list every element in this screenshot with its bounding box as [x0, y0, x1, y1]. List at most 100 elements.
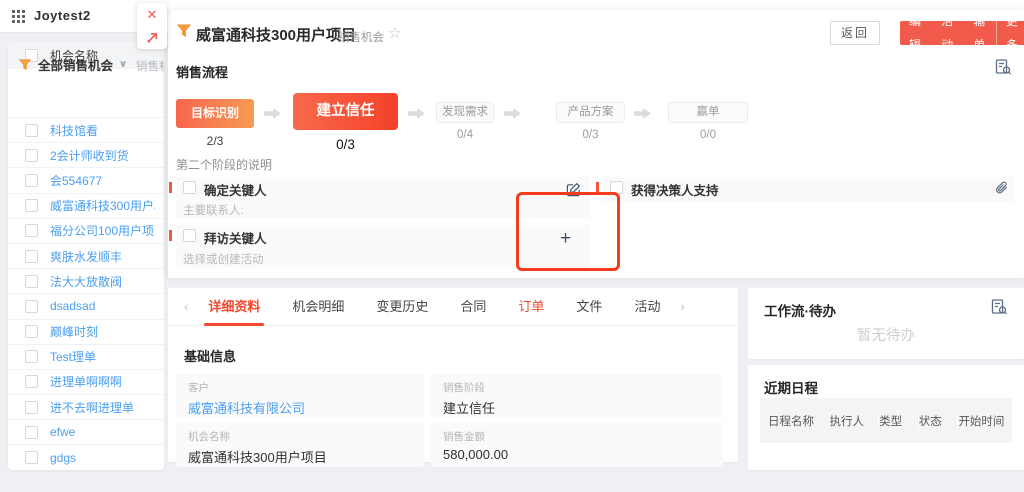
opportunity-link[interactable]: 2会计师收到货: [50, 147, 129, 164]
opportunity-link[interactable]: 福分公司100用户项目: [50, 222, 155, 239]
row-checkbox[interactable]: [25, 174, 38, 187]
app-launcher-icon[interactable]: [12, 10, 25, 23]
stage-button-win[interactable]: 赢单: [668, 102, 748, 123]
row-checkbox[interactable]: [25, 124, 38, 137]
field-opportunity-name: 机会名称 威富通科技300用户项目: [176, 423, 424, 467]
chevron-left-icon[interactable]: ‹: [180, 299, 192, 314]
opportunity-link[interactable]: 进理单啊啊啊: [50, 373, 122, 390]
list-filter[interactable]: 全部销售机会 ∨: [18, 55, 127, 74]
filter-label: 全部销售机会: [38, 55, 113, 74]
field-label: 机会名称: [188, 429, 412, 444]
tab-opportunity-lines[interactable]: 机会明细: [292, 288, 344, 326]
required-marker: [169, 230, 172, 241]
tab-files[interactable]: 文件: [576, 288, 602, 326]
list-item[interactable]: 威富通科技300用户项: [8, 193, 164, 218]
flow-arrow-icon: [264, 107, 282, 120]
column-schedule-name: 日程名称: [768, 413, 830, 429]
clipped-text: 销售机: [136, 58, 164, 74]
opportunity-link[interactable]: 法大大放散阀: [50, 273, 122, 290]
app-title: Joytest2: [34, 8, 91, 23]
row-checkbox[interactable]: [25, 300, 38, 313]
list-item[interactable]: gdgs: [8, 444, 164, 469]
log-search-icon[interactable]: [990, 298, 1008, 316]
task-checkbox[interactable]: [183, 229, 196, 242]
tab-detail-info[interactable]: 详细资料: [208, 288, 260, 326]
opportunity-list-sidebar: 全部销售机会 ∨ 销售机 机会名称 科技馆看 2会计师收到货 会554677 威…: [8, 42, 164, 470]
row-checkbox[interactable]: [25, 426, 38, 439]
recent-schedule-card: 近期日程 日程名称 执行人 类型 状态 开始时间: [748, 365, 1024, 470]
opportunity-link[interactable]: 进不去啊进理单: [50, 399, 134, 416]
expand-icon[interactable]: [146, 31, 159, 44]
list-item[interactable]: dsadsad: [8, 293, 164, 318]
field-label: 客户: [188, 380, 412, 395]
row-checkbox[interactable]: [25, 401, 38, 414]
row-checkbox[interactable]: [25, 275, 38, 288]
list-item[interactable]: 科技馆看: [8, 117, 164, 142]
stage-button-build-trust[interactable]: 建立信任: [293, 93, 398, 130]
chevron-down-icon[interactable]: ∨: [119, 59, 127, 70]
funnel-icon: [176, 23, 192, 39]
required-marker: [169, 182, 172, 193]
opportunity-rows: 科技馆看 2会计师收到货 会554677 威富通科技300用户项 福分公司100…: [8, 117, 164, 470]
process-section-title: 销售流程: [176, 62, 228, 81]
stage-count: 0/4: [436, 129, 494, 141]
opportunity-link[interactable]: 威富通科技300用户项: [50, 197, 155, 214]
edit-button[interactable]: 编辑: [900, 9, 932, 57]
field-label: 销售阶段: [443, 380, 711, 395]
stage-note: 第二个阶段的说明: [176, 156, 272, 173]
list-item[interactable]: 爽肤水发顺丰: [8, 243, 164, 268]
field-value-link[interactable]: 威富通科技有限公司: [188, 398, 412, 417]
list-item[interactable]: 巅峰时刻: [8, 319, 164, 344]
field-sales-amount: 销售金额 580,000.00: [431, 423, 723, 467]
stage-button-target-identify[interactable]: 目标识别: [176, 99, 254, 128]
opportunity-link[interactable]: dsadsad: [50, 299, 95, 313]
task-checkbox[interactable]: [183, 181, 196, 194]
close-icon[interactable]: ✕: [147, 8, 158, 21]
schedule-table-header: 日程名称 执行人 类型 状态 开始时间: [760, 398, 1012, 443]
tab-activity[interactable]: 活动: [634, 288, 660, 326]
row-checkbox[interactable]: [25, 199, 38, 212]
opportunity-link[interactable]: 巅峰时刻: [50, 323, 98, 340]
star-icon[interactable]: ☆: [388, 24, 401, 42]
row-checkbox[interactable]: [25, 224, 38, 237]
floating-toolbar: ✕: [137, 3, 167, 49]
more-button[interactable]: 更多: [997, 9, 1024, 57]
tab-order[interactable]: 订单: [518, 288, 544, 326]
list-item[interactable]: 福分公司100用户项目: [8, 218, 164, 243]
row-checkbox[interactable]: [25, 451, 38, 464]
activity-button[interactable]: 活动: [932, 9, 964, 57]
record-type-tag: 销售机会: [338, 29, 384, 45]
row-checkbox[interactable]: [25, 350, 38, 363]
opportunity-link[interactable]: efwe: [50, 425, 75, 439]
row-checkbox[interactable]: [25, 325, 38, 338]
row-checkbox[interactable]: [25, 375, 38, 388]
lose-order-button[interactable]: 输单: [964, 9, 996, 57]
opportunity-link[interactable]: 会554677: [50, 172, 102, 189]
chevron-right-icon[interactable]: ›: [676, 299, 688, 314]
opportunity-link[interactable]: Test理单: [50, 348, 96, 365]
tab-contract[interactable]: 合同: [460, 288, 486, 326]
opportunity-link[interactable]: 科技馆看: [50, 122, 98, 139]
stage-button-product-plan[interactable]: 产品方案: [556, 102, 625, 123]
row-checkbox[interactable]: [25, 149, 38, 162]
list-item[interactable]: 进理单啊啊啊: [8, 369, 164, 394]
list-item[interactable]: 2会计师收到货: [8, 142, 164, 167]
task-sub-label: 选择或创建活动: [183, 251, 264, 267]
opportunity-link[interactable]: gdgs: [50, 451, 76, 465]
workflow-todo-card: 工作流·待办 暂无待办: [748, 288, 1024, 359]
row-checkbox[interactable]: [25, 250, 38, 263]
field-value: 建立信任: [443, 398, 711, 417]
stage-button-discover-needs[interactable]: 发现需求: [436, 102, 494, 123]
paperclip-icon[interactable]: [994, 180, 1009, 195]
list-item[interactable]: 会554677: [8, 167, 164, 192]
list-item[interactable]: Test理单: [8, 344, 164, 369]
tab-change-history[interactable]: 变更历史: [376, 288, 428, 326]
back-button[interactable]: 返回: [830, 21, 880, 45]
list-item[interactable]: 进不去啊进理单: [8, 394, 164, 419]
task-label: 获得决策人支持: [631, 180, 719, 199]
log-search-icon[interactable]: [994, 58, 1012, 76]
opportunity-link[interactable]: 爽肤水发顺丰: [50, 248, 122, 265]
schedule-title: 近期日程: [764, 377, 818, 397]
list-item[interactable]: efwe: [8, 419, 164, 444]
list-item[interactable]: 法大大放散阀: [8, 268, 164, 293]
